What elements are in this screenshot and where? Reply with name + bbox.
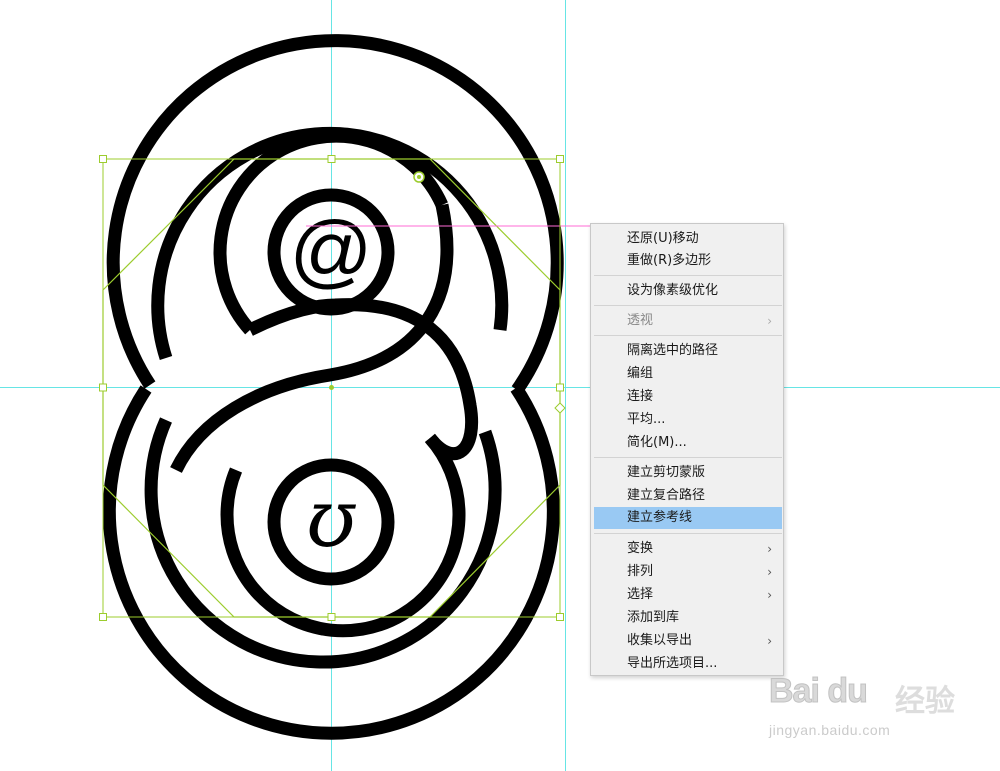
menu-item-export-selection[interactable]: 导出所选项目... <box>594 653 782 675</box>
menu-item-label: 设为像素级优化 <box>627 283 719 298</box>
menu-item-add-to-library[interactable]: 添加到库 <box>594 607 782 629</box>
menu-separator <box>594 305 782 306</box>
menu-item-label: 变换 <box>627 541 654 556</box>
menu-item-label: 添加到库 <box>627 610 680 625</box>
side-diamond-handle[interactable] <box>554 402 566 414</box>
menu-item-label: 建立参考线 <box>627 510 693 525</box>
menu-item-perspective: 透视 › <box>594 310 782 332</box>
menu-item-compound-path[interactable]: 建立复合路径 <box>594 485 782 507</box>
menu-item-label: 编组 <box>627 366 654 381</box>
menu-item-label: 收集以导出 <box>627 633 693 648</box>
chevron-right-icon: › <box>767 542 772 556</box>
handle-bottom-center[interactable] <box>327 613 336 621</box>
menu-item-label: 建立复合路径 <box>627 488 706 503</box>
menu-item-label: 排列 <box>627 564 654 579</box>
handle-bottom-left[interactable] <box>99 613 107 621</box>
menu-item-label: 建立剪切蒙版 <box>627 465 706 480</box>
menu-separator <box>594 275 782 276</box>
chevron-right-icon: › <box>767 314 772 328</box>
handle-middle-left[interactable] <box>99 383 107 392</box>
menu-item-label: 简化(M)... <box>627 435 687 450</box>
menu-item-label: 透视 <box>627 313 654 328</box>
menu-item-label: 连接 <box>627 389 654 404</box>
chevron-right-icon: › <box>767 588 772 602</box>
chevron-right-icon: › <box>767 634 772 648</box>
handle-top-right[interactable] <box>556 155 564 163</box>
menu-item-clipping-mask[interactable]: 建立剪切蒙版 <box>594 462 782 484</box>
menu-item-collect-for-export[interactable]: 收集以导出 › <box>594 630 782 652</box>
polygon-widget[interactable] <box>413 171 425 183</box>
center-point <box>329 385 334 390</box>
menu-separator <box>594 335 782 336</box>
menu-item-make-guides[interactable]: 建立参考线 <box>594 507 782 529</box>
menu-item-label: 重做(R)多边形 <box>627 253 712 268</box>
menu-separator <box>594 457 782 458</box>
handle-top-left[interactable] <box>99 155 107 163</box>
menu-item-redo-polygon[interactable]: 重做(R)多边形 <box>594 250 782 272</box>
menu-item-pixel-optimize[interactable]: 设为像素级优化 <box>594 280 782 302</box>
menu-item-average[interactable]: 平均... <box>594 409 782 431</box>
menu-item-label: 平均... <box>627 412 666 427</box>
menu-item-simplify[interactable]: 简化(M)... <box>594 432 782 454</box>
menu-item-arrange[interactable]: 排列 › <box>594 561 782 583</box>
context-menu[interactable]: 还原(U)移动 重做(R)多边形 设为像素级优化 透视 › 隔离选中的路径 编组 … <box>590 223 784 676</box>
menu-item-transform[interactable]: 变换 › <box>594 538 782 560</box>
menu-item-label: 隔离选中的路径 <box>627 343 719 358</box>
menu-item-isolate-path[interactable]: 隔离选中的路径 <box>594 340 782 362</box>
chevron-right-icon: › <box>767 565 772 579</box>
handle-middle-right[interactable] <box>556 383 564 392</box>
menu-item-group[interactable]: 编组 <box>594 363 782 385</box>
menu-separator <box>594 533 782 534</box>
menu-item-label: 选择 <box>627 587 654 602</box>
menu-item-join[interactable]: 连接 <box>594 386 782 408</box>
handle-top-center[interactable] <box>327 155 336 163</box>
menu-item-label: 还原(U)移动 <box>627 231 699 246</box>
menu-item-label: 导出所选项目... <box>627 656 718 671</box>
glyph-upsilon: ʊ <box>306 472 356 565</box>
menu-item-select[interactable]: 选择 › <box>594 584 782 606</box>
handle-bottom-right[interactable] <box>556 613 564 621</box>
menu-item-undo-move[interactable]: 还原(U)移动 <box>594 228 782 250</box>
glyph-at: @ <box>289 205 372 296</box>
artboard[interactable]: @ ʊ <box>0 0 1000 771</box>
